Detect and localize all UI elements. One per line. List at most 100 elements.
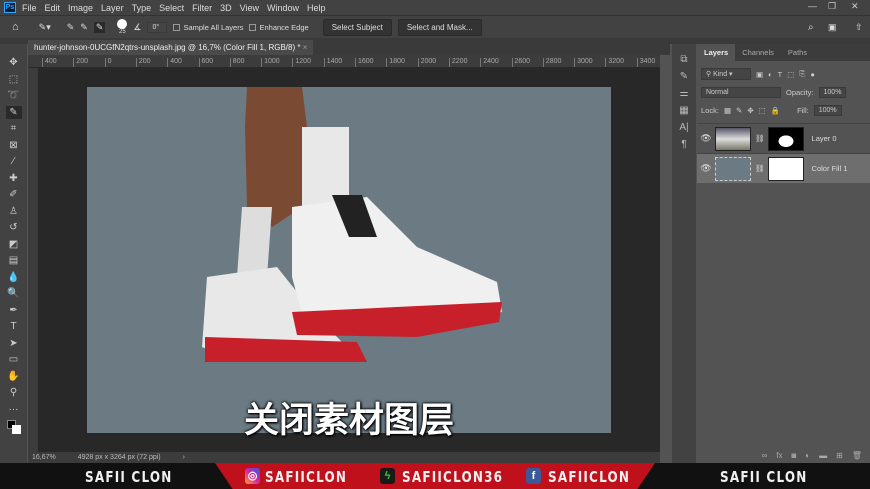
lasso-tool-icon[interactable]: ➰ xyxy=(6,89,22,103)
restore-button[interactable]: ❐ xyxy=(828,1,836,12)
shape-tool-icon[interactable]: ▭ xyxy=(6,353,22,367)
filter-type-icon[interactable]: T xyxy=(778,70,783,79)
filter-shape-icon[interactable]: ⬚ xyxy=(787,70,794,79)
select-and-mask-button[interactable]: Select and Mask... xyxy=(397,18,482,36)
quick-selection-tool-icon[interactable]: ✎ xyxy=(5,105,22,119)
hand-tool-icon[interactable]: ✋ xyxy=(6,370,22,384)
visibility-eye-icon[interactable]: 👁 xyxy=(697,133,715,144)
crop-tool-icon[interactable]: ⌗ xyxy=(6,122,22,136)
subtract-selection-icon[interactable]: ✎ xyxy=(93,21,106,33)
fx-icon[interactable]: fx xyxy=(776,451,782,460)
brush-size[interactable]: 25 xyxy=(117,19,128,35)
zoom-tool-icon[interactable]: ⚲ xyxy=(6,386,22,400)
lock-position-icon[interactable]: ✥ xyxy=(747,106,753,115)
type-tool-icon[interactable]: T xyxy=(6,320,22,334)
layer-mask-thumbnail[interactable] xyxy=(767,156,804,181)
link-icon[interactable]: ⛓ xyxy=(755,164,765,173)
link-layers-icon[interactable]: ∞ xyxy=(762,451,768,460)
tab-layers[interactable]: Layers xyxy=(697,44,736,61)
menu-help[interactable]: Help xyxy=(307,3,326,13)
paragraph-icon[interactable]: ¶ xyxy=(681,139,686,150)
menu-image[interactable]: Image xyxy=(68,3,93,13)
minimize-button[interactable]: — xyxy=(808,1,817,11)
adjustment-layer-icon[interactable]: ◐ xyxy=(805,451,810,460)
filter-toggle-icon[interactable]: ● xyxy=(810,70,815,79)
layer-row[interactable]: 👁 ⛓ Color Fill 1 xyxy=(697,153,870,183)
add-mask-icon[interactable]: ◙ xyxy=(791,451,796,460)
document-canvas[interactable] xyxy=(87,87,611,433)
filter-smart-object-icon[interactable]: ⎘ xyxy=(799,69,805,79)
tab-channels[interactable]: Channels xyxy=(735,44,781,61)
blur-tool-icon[interactable]: 💧 xyxy=(6,271,22,285)
move-tool-icon[interactable]: ✥ xyxy=(6,56,22,70)
select-subject-button[interactable]: Select Subject xyxy=(322,18,392,36)
sample-all-layers-checkbox[interactable]: Sample All Layers xyxy=(173,23,243,32)
layer-thumbnail xyxy=(715,156,751,181)
new-layer-icon[interactable]: ⊞ xyxy=(836,451,843,460)
layer-mask-thumbnail[interactable] xyxy=(767,126,804,151)
blend-mode-select[interactable]: Normal xyxy=(701,86,781,98)
document-tab[interactable]: hunter-johnson-0UCGfN2qtrs-unsplash.jpg … xyxy=(28,40,314,55)
healing-brush-tool-icon[interactable]: ✚ xyxy=(6,172,22,186)
menu-type[interactable]: Type xyxy=(132,3,152,13)
adjustments-icon[interactable]: ⚌ xyxy=(680,88,689,99)
more-tools-icon[interactable]: ··· xyxy=(6,403,22,417)
filter-adjustment-icon[interactable]: ◐ xyxy=(768,70,773,79)
pen-tool-icon[interactable]: ✒ xyxy=(6,304,22,318)
menu-edit[interactable]: Edit xyxy=(45,3,61,13)
history-icon[interactable]: ⧉ xyxy=(680,54,687,65)
brush-tool-icon[interactable]: ✐ xyxy=(6,188,22,202)
layer-filter-select[interactable]: ⚲ Kind ▾ xyxy=(701,68,751,80)
dodge-tool-icon[interactable]: 🔍 xyxy=(6,287,22,301)
share-icon[interactable]: ⇧ xyxy=(855,22,863,33)
video-subtitle: 关闭素材图层 xyxy=(243,401,454,440)
lock-image-icon[interactable]: ✎ xyxy=(736,106,742,115)
enhance-edge-checkbox[interactable]: Enhance Edge xyxy=(249,23,309,32)
lock-all-icon[interactable]: 🔒 xyxy=(771,106,780,115)
lock-transparent-icon[interactable]: ▦ xyxy=(724,106,731,115)
libraries-icon[interactable]: ▦ xyxy=(679,105,688,116)
search-icon[interactable]: ⌕ xyxy=(808,22,814,33)
eraser-tool-icon[interactable]: ◩ xyxy=(6,238,22,252)
link-icon[interactable]: ⛓ xyxy=(755,134,765,143)
banner-right-name: SAFII CLON xyxy=(720,468,808,486)
visibility-eye-icon[interactable]: 👁 xyxy=(697,163,715,174)
opacity-input[interactable]: 100% xyxy=(818,86,847,98)
status-bar: 16,67% 4928 px x 3264 px (72 ppi) › xyxy=(28,452,660,463)
filter-pixel-icon[interactable]: ▣ xyxy=(756,70,763,79)
menu-window[interactable]: Window xyxy=(267,3,299,13)
home-icon[interactable]: ⌂ xyxy=(12,21,19,33)
history-brush-tool-icon[interactable]: ↺ xyxy=(6,221,22,235)
path-selection-tool-icon[interactable]: ➤ xyxy=(6,337,22,351)
marquee-tool-icon[interactable]: ⬚ xyxy=(6,73,22,87)
group-icon[interactable]: ▬ xyxy=(819,451,827,460)
angle-input[interactable]: 0° xyxy=(147,21,168,33)
color-swatches[interactable] xyxy=(6,419,22,434)
new-selection-icon[interactable]: ✎ xyxy=(67,22,75,33)
eyedropper-tool-icon[interactable]: ⁄ xyxy=(6,155,22,169)
menu-layer[interactable]: Layer xyxy=(101,3,124,13)
menu-view[interactable]: View xyxy=(240,3,259,13)
horizontal-ruler: 400 200 0 200 400 600 800 1000 1200 1400 1600 1800 2… xyxy=(28,55,660,68)
fill-input[interactable]: 100% xyxy=(813,104,842,116)
character-icon[interactable]: A| xyxy=(679,122,688,133)
brush-settings-icon[interactable]: ✎ xyxy=(680,71,688,82)
status-arrow-icon[interactable]: › xyxy=(183,454,185,461)
menu-3d[interactable]: 3D xyxy=(220,3,232,13)
zoom-level[interactable]: 16,67% xyxy=(32,454,56,461)
workspace-icon[interactable]: ▣ xyxy=(828,22,837,33)
close-button[interactable]: ✕ xyxy=(851,1,859,12)
tab-paths[interactable]: Paths xyxy=(781,44,814,61)
delete-layer-icon[interactable]: 🗑 xyxy=(852,451,862,460)
menu-select[interactable]: Select xyxy=(159,3,184,13)
add-selection-icon[interactable]: ✎ xyxy=(80,22,88,33)
clone-stamp-tool-icon[interactable]: ♙ xyxy=(6,205,22,219)
lock-artboard-icon[interactable]: ⬚ xyxy=(759,106,766,115)
quick-selection-preset-icon[interactable]: ✎▾ xyxy=(39,22,51,33)
layer-row[interactable]: 👁 ⛓ Layer 0 xyxy=(697,123,870,153)
gradient-tool-icon[interactable]: ▤ xyxy=(6,254,22,268)
menu-filter[interactable]: Filter xyxy=(192,3,212,13)
menu-file[interactable]: File xyxy=(22,3,37,13)
frame-tool-icon[interactable]: ⊠ xyxy=(6,139,22,153)
close-tab-icon[interactable]: × xyxy=(303,43,308,52)
